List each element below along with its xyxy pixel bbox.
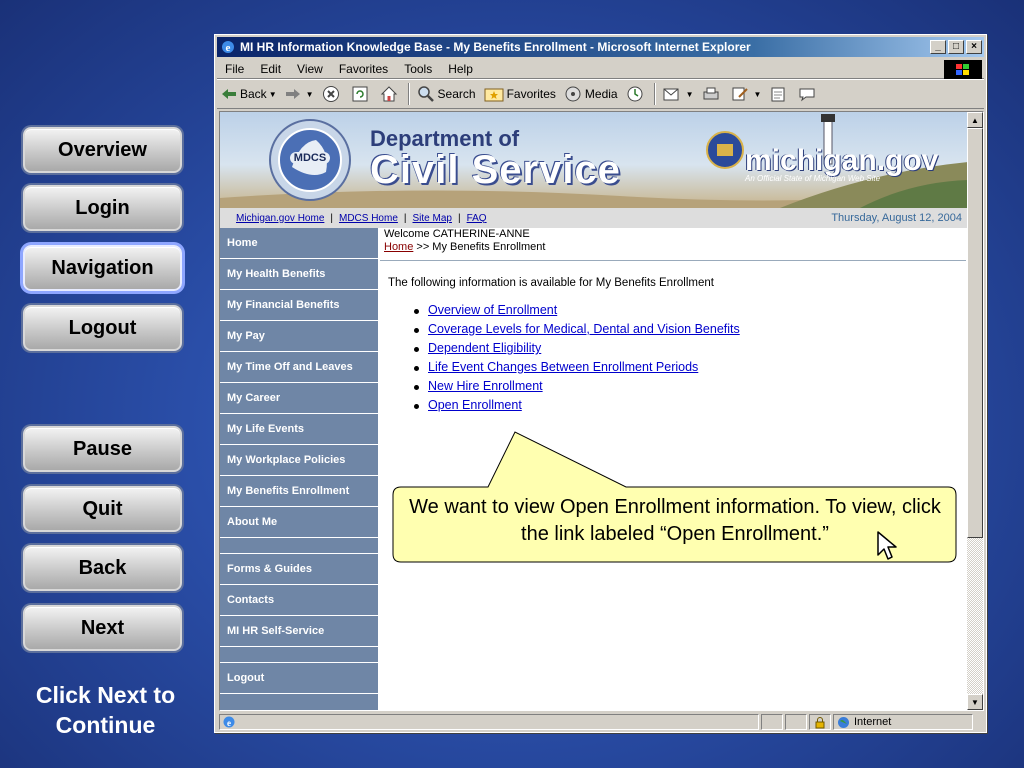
callout-text: We want to view Open Enrollment informat… bbox=[409, 496, 941, 545]
mouse-cursor-icon bbox=[877, 531, 897, 560]
callout-bubble bbox=[392, 431, 957, 563]
